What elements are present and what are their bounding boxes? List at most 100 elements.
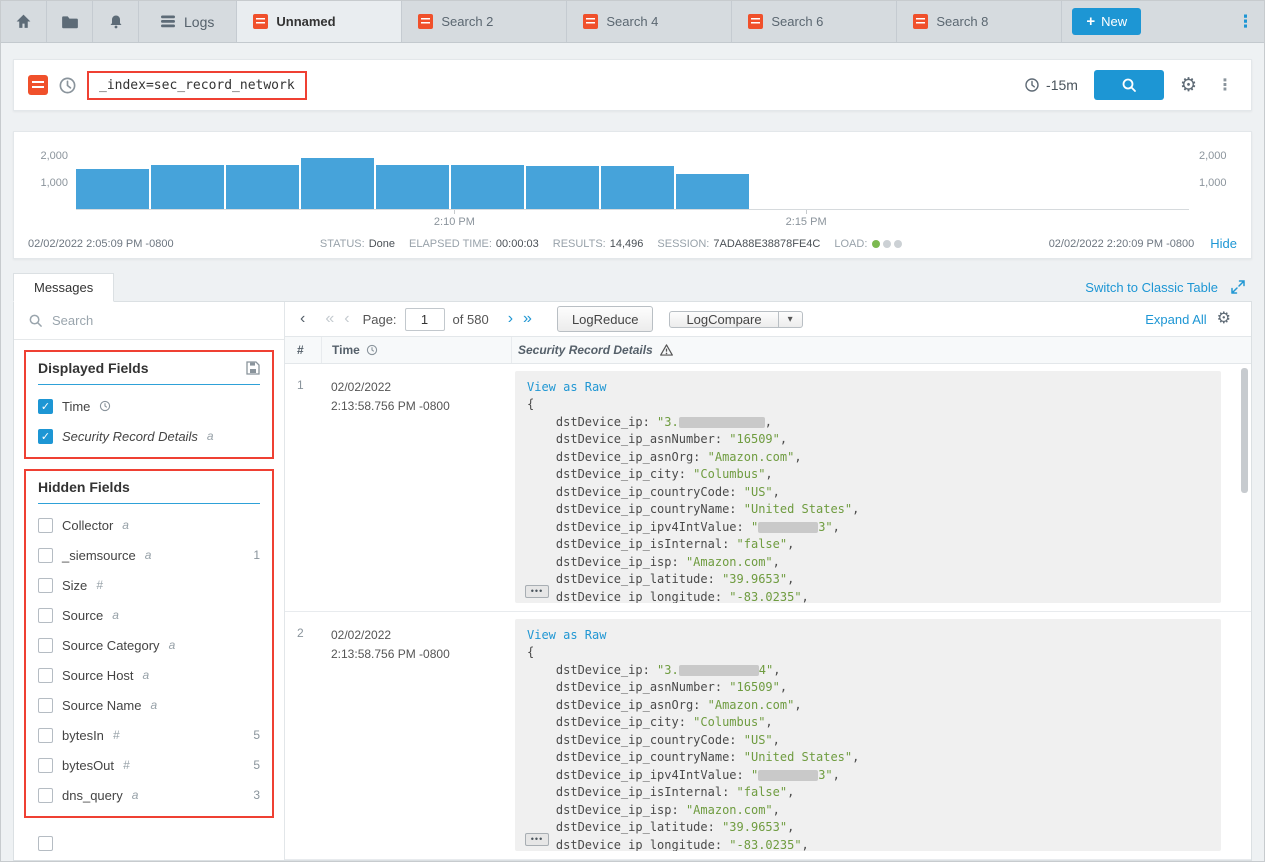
library-button[interactable] [47,1,93,42]
json-content: { dstDevice_ip: "3., dstDevice_ip_asnNum… [527,396,1209,603]
tab-unnamed[interactable]: Unnamed [237,1,402,42]
view-as-raw-link[interactable]: View as Raw [527,379,1209,396]
histogram-bar-3[interactable] [226,165,299,209]
results-count-item: RESULTS:14,496 [553,238,644,250]
logreduce-button[interactable]: LogReduce [557,306,654,332]
hide-histogram-link[interactable]: Hide [1210,236,1237,251]
view-as-raw-link[interactable]: View as Raw [527,627,1209,644]
new-tab-button[interactable]: +New [1072,8,1141,35]
last-page-button[interactable]: » [518,309,537,329]
field-item-time[interactable]: ✓Time [38,391,260,421]
time-range-value: -15m [1046,77,1078,93]
messages-table-body: 102/02/20222:13:58.756 PM -0800View as R… [285,364,1251,860]
column-header-number[interactable]: # [285,343,321,357]
checkbox[interactable] [38,548,53,563]
field-label: Source Host [62,668,134,683]
checkbox[interactable] [38,518,53,533]
checkbox[interactable] [38,698,53,713]
page-number-input[interactable] [405,308,445,331]
first-page-button[interactable]: « [320,309,339,329]
fields-search-input[interactable] [52,313,270,328]
field-item-bytesout[interactable]: bytesOut#5 [38,750,260,780]
tab-logs[interactable]: Logs [139,1,237,42]
histogram-bar-7[interactable] [526,166,599,209]
column-header-time[interactable]: Time [321,337,511,363]
row-timestamp: 02/02/20222:13:58.756 PM -0800 [321,371,511,604]
hidden-fields-header: Hidden Fields [38,479,260,504]
checkbox[interactable] [38,788,53,803]
fullscreen-icon[interactable] [1230,279,1246,295]
logcompare-button[interactable]: LogCompare [670,312,777,327]
tab-messages[interactable]: Messages [13,273,114,302]
histogram-bar-5[interactable] [376,165,449,209]
checkbox[interactable] [38,668,53,683]
scrollbar-thumb[interactable] [1241,368,1248,493]
checkbox[interactable] [38,578,53,593]
field-item-source-name[interactable]: Source Namea [38,690,260,720]
logcompare-dropdown-button[interactable]: ▾ [778,312,802,327]
histogram-bar-2[interactable] [151,165,224,209]
checkbox[interactable] [38,758,53,773]
field-item-dns_query[interactable]: dns_querya3 [38,780,260,810]
field-item-security-record-details[interactable]: ✓Security Record Detailsa [38,421,260,451]
hidden-fields-section: Hidden Fields Collectora_siemsourcea1Siz… [24,469,274,818]
field-type-indicator: # [123,758,130,772]
field-item-bytesin[interactable]: bytesIn#5 [38,720,260,750]
save-fields-icon[interactable] [246,361,260,375]
topbar-overflow-menu[interactable]: ⋮ [1231,8,1260,36]
tab-search-6[interactable]: Search 6 [732,1,897,42]
table-settings-gear-icon[interactable]: ⚙ [1217,311,1231,327]
logs-stack-icon [161,14,176,29]
search-icon [28,313,43,328]
checkbox[interactable]: ✓ [38,399,53,414]
search-query-input[interactable]: _index=sec_record_network [87,71,307,100]
displayed-fields-title: Displayed Fields [38,360,148,376]
checkbox[interactable] [38,728,53,743]
next-page-button[interactable]: › [503,309,518,329]
field-item-source-category[interactable]: Source Categorya [38,630,260,660]
field-item-collector[interactable]: Collectora [38,510,260,540]
time-range-picker[interactable]: -15m [1024,77,1078,93]
expand-message-button[interactable]: ••• [525,833,549,846]
histogram-bar-1[interactable] [76,169,149,209]
history-icon[interactable] [58,76,77,95]
checkbox[interactable] [38,836,53,851]
y-axis-label-right-1000: 1,000 [1199,177,1247,189]
plus-icon: + [1086,13,1095,30]
query-settings-gear-icon[interactable]: ⚙ [1180,76,1197,95]
table-scrollbar[interactable] [1241,368,1248,856]
redacted-value [679,665,759,676]
field-item-_siemsource[interactable]: _siemsourcea1 [38,540,260,570]
switch-to-classic-table-link[interactable]: Switch to Classic Table [1085,280,1218,295]
histogram-bar-4[interactable] [301,158,374,209]
tab-search-8[interactable]: Search 8 [897,1,1062,42]
checkbox[interactable]: ✓ [38,429,53,444]
histogram-bar-6[interactable] [451,165,524,209]
column-header-details[interactable]: Security Record Details [511,337,1251,363]
run-search-button[interactable] [1094,70,1164,100]
field-type-indicator: a [132,788,139,802]
tab-search-2[interactable]: Search 2 [402,1,567,42]
bell-icon [108,14,124,30]
field-item-source-host[interactable]: Source Hosta [38,660,260,690]
histogram-chart: 2,000 1,000 2,000 1,000 2:10 PM 2:15 PM [76,146,1189,210]
query-overflow-menu[interactable]: ⋮ [1213,75,1237,95]
collapse-sidebar-button[interactable]: ‹ [295,309,310,329]
field-count: 1 [253,548,260,562]
home-button[interactable] [1,1,47,42]
notifications-button[interactable] [93,1,139,42]
prev-page-button[interactable]: ‹ [339,309,354,329]
field-item-clipped[interactable] [38,828,260,858]
checkbox[interactable] [38,638,53,653]
checkbox[interactable] [38,608,53,623]
load-item: LOAD: [834,238,902,250]
document-icon [583,14,598,29]
expand-message-button[interactable]: ••• [525,585,549,598]
tab-search-4[interactable]: Search 4 [567,1,732,42]
histogram-bar-8[interactable] [601,166,674,209]
field-type-indicator: a [150,698,157,712]
field-item-source[interactable]: Sourcea [38,600,260,630]
histogram-bar-9[interactable] [676,174,749,209]
expand-all-link[interactable]: Expand All [1145,312,1206,327]
field-item-size[interactable]: Size# [38,570,260,600]
